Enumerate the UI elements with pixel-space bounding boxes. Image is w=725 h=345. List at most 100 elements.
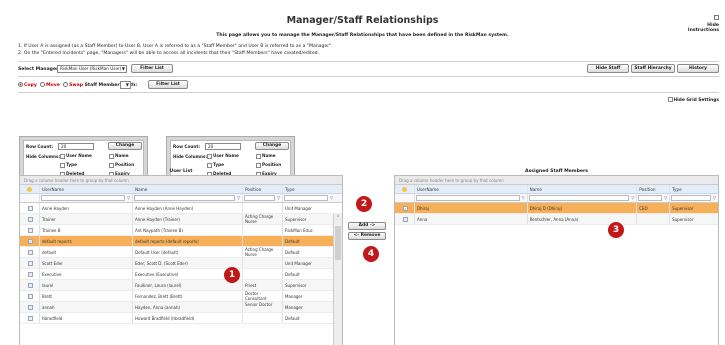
scroll-up-icon[interactable]: ⌃ (334, 215, 342, 221)
hide-name-option[interactable]: Name (256, 153, 276, 159)
row-checkbox[interactable] (28, 282, 33, 288)
hide-position-option[interactable]: Position (109, 162, 134, 168)
hide-name-checkbox[interactable] (256, 153, 261, 159)
hide-name-option[interactable]: Name (109, 153, 129, 159)
filter-icon[interactable]: ▽ (521, 195, 526, 201)
hide-staff-button[interactable]: Hide Staff (587, 64, 629, 73)
move-radio[interactable] (40, 82, 46, 87)
mode-filter-list-button[interactable]: Filter List (148, 80, 188, 89)
hide-instructions-toggle[interactable]: Hide Instructions (679, 15, 719, 33)
name-filter-input[interactable] (528, 195, 630, 201)
staff-hierarchy-button[interactable]: Staff Hierarchy (631, 64, 675, 73)
table-row[interactable]: ✓ default reports default reports (default… (20, 236, 342, 247)
row-count-input[interactable]: 20 (58, 143, 94, 150)
manager-select[interactable]: RiskMan User (RiskMan User) ▼ (57, 65, 127, 73)
hide-username-option[interactable]: User Name (207, 153, 239, 159)
row-checkbox[interactable] (28, 249, 33, 255)
hide-type-option[interactable]: Type (207, 162, 224, 168)
column-username[interactable]: UserName (40, 185, 133, 193)
filter-icon[interactable]: ▽ (236, 195, 241, 201)
filter-icon[interactable]: ▽ (126, 195, 131, 201)
filter-icon[interactable]: ▽ (663, 195, 668, 201)
table-row[interactable]: Brett Fernandez, Brett (Brett) Doctor - Co… (20, 291, 342, 302)
column-name[interactable]: Name (528, 185, 638, 193)
row-checkbox[interactable]: ✓ (28, 238, 33, 244)
table-row[interactable]: annah Hayden, Anna (annah) Senior Doctor Ma… (20, 302, 342, 313)
position-filter-input[interactable] (244, 195, 275, 201)
row-checkbox[interactable] (28, 205, 33, 211)
type-filter[interactable]: ▽ (670, 194, 718, 202)
username-filter[interactable]: ▽ (40, 194, 133, 202)
table-row[interactable]: Anna Rentschler, Anna (Anna) Supervisor (395, 214, 718, 225)
row-checkbox[interactable] (28, 260, 33, 266)
row-checkbox[interactable]: ✓ (402, 205, 408, 211)
type-filter-input[interactable] (284, 195, 328, 201)
name-filter-input[interactable] (134, 195, 235, 201)
row-count-input[interactable]: 20 (205, 143, 241, 150)
row-checkbox[interactable] (28, 304, 33, 310)
hide-username-option[interactable]: User Name (60, 153, 92, 159)
hide-grid-settings-checkbox[interactable] (667, 97, 673, 102)
row-count-change-button[interactable]: Change (255, 142, 289, 150)
column-position[interactable]: Position (637, 185, 671, 193)
column-type[interactable]: Type (283, 185, 335, 193)
row-checkbox[interactable] (28, 315, 33, 321)
user-list-scrollbar[interactable]: ⌃ (333, 214, 342, 345)
row-checkbox[interactable] (28, 271, 33, 277)
hide-type-checkbox[interactable] (60, 162, 65, 168)
table-row[interactable]: Scott Eder Eder, Scott D. (Scott Eder) Uni… (20, 258, 342, 269)
table-row[interactable]: hbradfield Howard Bradfield (hbradfield) D… (20, 313, 342, 324)
staff-members-filter-select[interactable]: ▼ (120, 81, 131, 89)
hide-position-checkbox[interactable] (256, 162, 261, 168)
table-row[interactable]: ✓ Dhiraj Dhiraj D (Dhiraj) CEO Supervisor (395, 203, 718, 214)
hide-position-checkbox[interactable] (109, 162, 114, 168)
table-row[interactable]: Executive Executive (Executive) Default (20, 269, 342, 280)
table-row[interactable]: default Default User (default) Acting Char… (20, 247, 342, 258)
remove-button[interactable]: <- Remove (348, 232, 386, 240)
swap-radio[interactable] (63, 82, 69, 87)
copy-radio[interactable] (18, 82, 23, 87)
hide-username-checkbox[interactable] (207, 153, 212, 159)
filter-icon[interactable]: ▽ (329, 195, 334, 201)
history-button[interactable]: History (677, 64, 719, 73)
username-filter-input[interactable] (41, 195, 125, 201)
type-filter[interactable]: ▽ (283, 194, 335, 202)
filter-list-button[interactable]: Filter List (131, 64, 173, 73)
add-button[interactable]: Add -> (348, 222, 386, 230)
position-filter[interactable]: ▽ (243, 194, 283, 202)
name-filter[interactable]: ▽ (528, 194, 638, 202)
table-row[interactable]: Anne Hayden Anne Hayden (Anne Hayden) Unit… (20, 203, 342, 214)
table-row[interactable]: laurel Faulkner, Laura (laurel) Priest Supe… (20, 280, 342, 291)
filter-icon[interactable]: ▽ (630, 195, 635, 201)
hide-type-checkbox[interactable] (207, 162, 212, 168)
filter-icon[interactable]: ▽ (712, 195, 717, 201)
select-all-column[interactable] (20, 185, 40, 193)
hide-name-checkbox[interactable] (109, 153, 114, 159)
scroll-thumb[interactable] (335, 226, 341, 260)
type-filter-input[interactable] (671, 195, 711, 201)
column-position[interactable]: Position (243, 185, 283, 193)
name-filter[interactable]: ▽ (133, 194, 243, 202)
table-row[interactable]: Trainer Anne Hayden (Trainer) Acting Charg… (20, 214, 342, 225)
cell-name: Anne Hayden (Trainer) (133, 214, 243, 224)
row-checkbox[interactable] (28, 216, 33, 222)
row-count-change-button[interactable]: Change (108, 142, 142, 150)
hide-type-option[interactable]: Type (60, 162, 77, 168)
position-filter[interactable]: ▽ (637, 194, 671, 202)
table-row[interactable]: Trainee B Ant Naypath (Trainee B) RiskMan … (20, 225, 342, 236)
username-filter-input[interactable] (415, 195, 520, 201)
filter-icon[interactable]: ▽ (276, 195, 281, 201)
select-all-column[interactable] (395, 185, 415, 193)
hide-grid-settings-toggle[interactable]: Hide Grid Settings (667, 97, 719, 103)
column-name[interactable]: Name (133, 185, 243, 193)
row-checkbox[interactable] (28, 293, 33, 299)
row-checkbox[interactable] (402, 216, 408, 222)
position-filter-input[interactable] (638, 195, 663, 201)
column-type[interactable]: Type (670, 185, 718, 193)
row-checkbox[interactable] (28, 227, 33, 233)
username-filter[interactable]: ▽ (415, 194, 528, 202)
hide-instructions-checkbox[interactable] (714, 15, 719, 20)
column-username[interactable]: UserName (415, 185, 528, 193)
hide-position-option[interactable]: Position (256, 162, 281, 168)
hide-username-checkbox[interactable] (60, 153, 65, 159)
